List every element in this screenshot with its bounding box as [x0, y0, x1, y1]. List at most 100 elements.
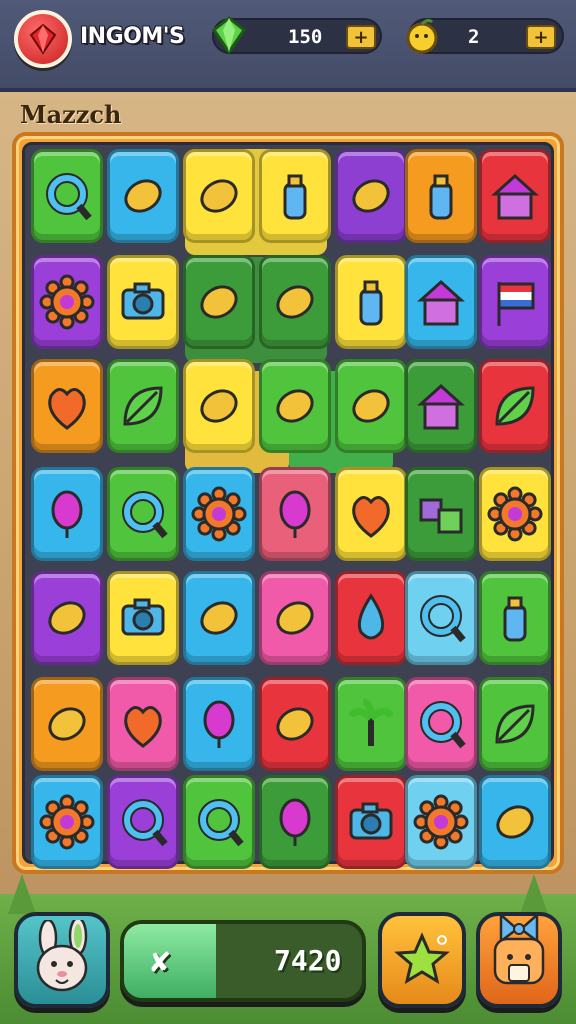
- add-coins-button[interactable]: +: [526, 25, 556, 49]
- game-tile[interactable]: [405, 571, 477, 665]
- game-tile[interactable]: [479, 255, 551, 349]
- game-tile[interactable]: [31, 255, 103, 349]
- game-tile[interactable]: [259, 571, 331, 665]
- game-tile[interactable]: [183, 359, 255, 453]
- game-tile[interactable]: [183, 775, 255, 869]
- game-tile[interactable]: [107, 255, 179, 349]
- game-tile[interactable]: [259, 775, 331, 869]
- star-boost-button[interactable]: [378, 912, 466, 1008]
- game-tile[interactable]: [335, 571, 407, 665]
- green-gem-icon: [211, 16, 247, 55]
- star-kite-icon: [495, 704, 535, 744]
- game-tile[interactable]: [405, 359, 477, 453]
- red-balloon-icon: [279, 798, 311, 846]
- game-tile[interactable]: [183, 677, 255, 771]
- game-tile[interactable]: [335, 467, 407, 561]
- coins-value: 2: [468, 26, 480, 48]
- photo-camera-icon: [121, 598, 165, 636]
- game-tile[interactable]: [479, 467, 551, 561]
- game-tile[interactable]: [335, 255, 407, 349]
- robot-figure-icon: [200, 285, 238, 319]
- game-tile[interactable]: [31, 775, 103, 869]
- game-tile[interactable]: [405, 467, 477, 561]
- game-tile[interactable]: [183, 571, 255, 665]
- game-tile[interactable]: [479, 149, 551, 243]
- gems-value: 150: [288, 26, 323, 48]
- game-tile[interactable]: [107, 149, 179, 243]
- palm-tree-icon: [348, 698, 394, 746]
- game-tile[interactable]: [259, 255, 331, 349]
- board-title: Mazzch: [20, 100, 122, 129]
- cat-bow-icon: [493, 912, 545, 985]
- green-kite-icon: [123, 386, 163, 426]
- orange-gear-icon: [39, 794, 95, 850]
- game-tile[interactable]: [31, 149, 103, 243]
- bunny-icon: [36, 920, 88, 992]
- red-x-pin-icon: [124, 179, 162, 213]
- mirror-icon: [122, 799, 168, 847]
- ring-icon: [420, 701, 466, 749]
- game-tile[interactable]: [31, 359, 103, 453]
- pink-bubble-icon: [200, 389, 238, 423]
- game-tile[interactable]: [259, 467, 331, 561]
- red-gem-logo-icon: [29, 23, 57, 55]
- game-tile[interactable]: [107, 467, 179, 561]
- game-tile[interactable]: [259, 149, 331, 243]
- game-tile[interactable]: [259, 677, 331, 771]
- game-tile[interactable]: [479, 571, 551, 665]
- game-tile[interactable]: [335, 775, 407, 869]
- candy-icon: [48, 601, 86, 635]
- game-logo: [14, 10, 72, 68]
- bear-icon: [276, 707, 314, 741]
- heart-pin-icon: [352, 496, 390, 538]
- flashlight-icon: [276, 601, 314, 635]
- game-tile[interactable]: [405, 149, 477, 243]
- sun-gear-icon: [39, 274, 95, 330]
- house-icon: [417, 383, 465, 430]
- tent-icon: [417, 279, 465, 326]
- score-progress-bar: ✘ 7420: [120, 920, 366, 1002]
- flower-gear-icon: [487, 486, 543, 542]
- game-tile[interactable]: [183, 467, 255, 561]
- game-tile[interactable]: [335, 149, 407, 243]
- sign-card-icon: [200, 179, 238, 213]
- cat-character-button[interactable]: [476, 912, 562, 1008]
- coins-counter: 2 +: [406, 18, 564, 54]
- game-tile[interactable]: [107, 359, 179, 453]
- game-tile[interactable]: [107, 571, 179, 665]
- boost-icon: ✘: [148, 946, 172, 979]
- game-tile[interactable]: [479, 677, 551, 771]
- game-tile[interactable]: [405, 255, 477, 349]
- add-gems-button[interactable]: +: [346, 25, 376, 49]
- balloon-icon: [51, 490, 83, 538]
- top-bar: INGOM'S 150 + 2 +: [0, 0, 576, 92]
- search-lens-icon: [420, 595, 466, 643]
- gems-counter: 150 +: [211, 16, 382, 55]
- grass-tuft: [8, 874, 36, 914]
- bird-icon: [48, 707, 86, 741]
- camera-icon: [349, 802, 393, 840]
- game-tile[interactable]: [31, 677, 103, 771]
- game-tile[interactable]: [405, 775, 477, 869]
- game-tile[interactable]: [335, 677, 407, 771]
- game-tile[interactable]: [479, 359, 551, 453]
- game-tile[interactable]: [405, 677, 477, 771]
- game-tile[interactable]: [31, 467, 103, 561]
- game-tile[interactable]: [259, 359, 331, 453]
- rocket-icon: [200, 601, 238, 635]
- magnifier-icon: [122, 491, 168, 539]
- game-tile[interactable]: [31, 571, 103, 665]
- game-tile[interactable]: [335, 359, 407, 453]
- game-tile[interactable]: [183, 149, 255, 243]
- cubes-icon: [419, 498, 463, 534]
- bunny-character-button[interactable]: [14, 912, 110, 1008]
- game-tile[interactable]: [107, 775, 179, 869]
- castle-tower-icon: [491, 173, 539, 220]
- apple-icon: [124, 706, 162, 748]
- water-drop-icon: [357, 593, 385, 640]
- game-tile[interactable]: [183, 255, 255, 349]
- orange-gear-icon: [191, 486, 247, 542]
- game-tile[interactable]: [479, 775, 551, 869]
- game-tile[interactable]: [107, 677, 179, 771]
- game-board: [22, 142, 554, 869]
